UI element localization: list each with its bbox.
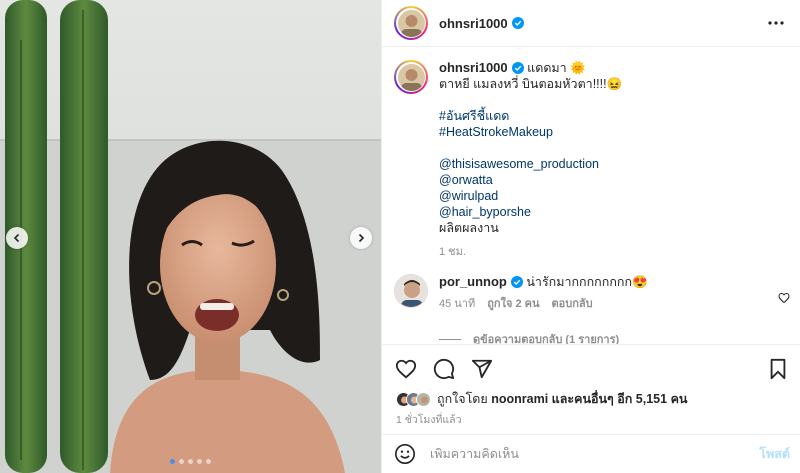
avatar <box>416 391 431 407</box>
comment-likes-button[interactable]: ถูกใจ 2 คน <box>487 296 539 312</box>
comment-input[interactable] <box>430 447 760 461</box>
mention-link[interactable]: @orwatta <box>439 172 622 188</box>
commenter-avatar[interactable] <box>394 274 428 308</box>
likes-count[interactable]: 5,151 <box>636 392 667 406</box>
post-media[interactable] <box>0 0 381 473</box>
carousel-prev-button[interactable] <box>6 227 28 249</box>
comments-area[interactable]: ohnsri1000 แดดมา 🌞 ตาหยี แมลงหวี่ บินตอม… <box>382 48 800 344</box>
likes-summary[interactable]: ถูกใจโดย noonrami และคนอื่นๆ อีก 5,151 ค… <box>382 385 800 409</box>
carousel-indicator <box>0 459 381 464</box>
commenter-username[interactable]: por_unnop <box>439 274 507 289</box>
reply-button[interactable]: ตอบกลับ <box>552 296 593 312</box>
caption-avatar[interactable] <box>394 60 428 94</box>
share-button[interactable] <box>470 357 494 381</box>
caption-text: แดดมา 🌞 <box>527 61 586 75</box>
action-bar <box>382 345 800 385</box>
post-photo <box>0 0 381 473</box>
comment-item: por_unnop น่ารักมากกกกกกกก😍 45 นาที ถูกใ… <box>382 260 800 312</box>
comment-button[interactable] <box>432 357 456 381</box>
chevron-right-icon <box>358 233 365 243</box>
more-options-button[interactable] <box>764 11 788 35</box>
emoji-icon[interactable] <box>394 443 416 465</box>
caption-username[interactable]: ohnsri1000 <box>439 60 508 75</box>
carousel-next-button[interactable] <box>350 227 372 249</box>
mention-link[interactable]: @thisisawesome_production <box>439 156 622 172</box>
send-icon <box>471 359 493 379</box>
likes-suffix: คน <box>670 392 688 406</box>
carousel-dot <box>206 459 211 464</box>
chevron-left-icon <box>13 233 20 243</box>
more-horizontal-icon <box>768 21 784 25</box>
hashtag-link[interactable]: #HeatStrokeMakeup <box>439 124 622 140</box>
view-replies-button[interactable]: ดูข้อความตอบกลับ (1 รายการ) <box>439 330 800 344</box>
mention-link[interactable]: @wirulpad <box>439 188 622 204</box>
post-caption: ohnsri1000 แดดมา 🌞 ตาหยี แมลงหวี่ บินตอม… <box>382 48 800 260</box>
bookmark-icon <box>770 358 786 380</box>
post-panel: ohnsri1000 ohnsri1000 แดดมา 🌞 ตาหยี แมลง <box>381 0 800 473</box>
caption-timestamp: 1 ชม. <box>439 246 466 258</box>
like-button[interactable] <box>394 357 418 381</box>
carousel-dot <box>197 459 202 464</box>
author-username[interactable]: ohnsri1000 <box>439 16 508 31</box>
verified-badge-icon <box>511 17 524 29</box>
post-actions-section: ถูกใจโดย noonrami และคนอื่นๆ อีก 5,151 ค… <box>382 344 800 428</box>
heart-icon <box>395 359 417 379</box>
post-header: ohnsri1000 <box>382 0 800 47</box>
carousel-dot <box>179 459 184 464</box>
carousel-dot <box>188 459 193 464</box>
comment-like-icon[interactable] <box>778 292 790 304</box>
post-comment-button[interactable]: โพสต์ <box>759 444 790 464</box>
liker-username[interactable]: noonrami <box>491 392 548 406</box>
liker-avatars <box>396 391 431 407</box>
likes-prefix: ถูกใจโดย <box>437 392 488 406</box>
likes-middle: และคนอื่นๆ อีก <box>551 392 633 406</box>
mention-link[interactable]: @hair_byporshe <box>439 204 622 220</box>
comment-text: น่ารักมากกกกกกกก😍 <box>526 275 648 289</box>
comment-time: 45 นาที <box>439 298 476 310</box>
carousel-dot <box>170 459 175 464</box>
caption-text: ตาหยี แมลงหวี่ บินตอมหัวตา!!!!😖 <box>439 77 623 91</box>
add-comment-bar: โพสต์ <box>382 434 800 473</box>
view-replies-label: ดูข้อความตอบกลับ (1 รายการ) <box>473 334 620 344</box>
comment-icon <box>433 358 455 380</box>
verified-badge-icon <box>510 276 523 288</box>
caption-text: ผลิตผลงาน <box>439 221 499 235</box>
save-button[interactable] <box>766 357 790 381</box>
post-timestamp: 1 ชั่วโมงที่แล้ว <box>396 414 462 426</box>
verified-badge-icon <box>511 62 524 74</box>
hashtag-link[interactable]: #อันศรีชี้แดด <box>439 108 622 124</box>
author-avatar[interactable] <box>394 6 428 40</box>
